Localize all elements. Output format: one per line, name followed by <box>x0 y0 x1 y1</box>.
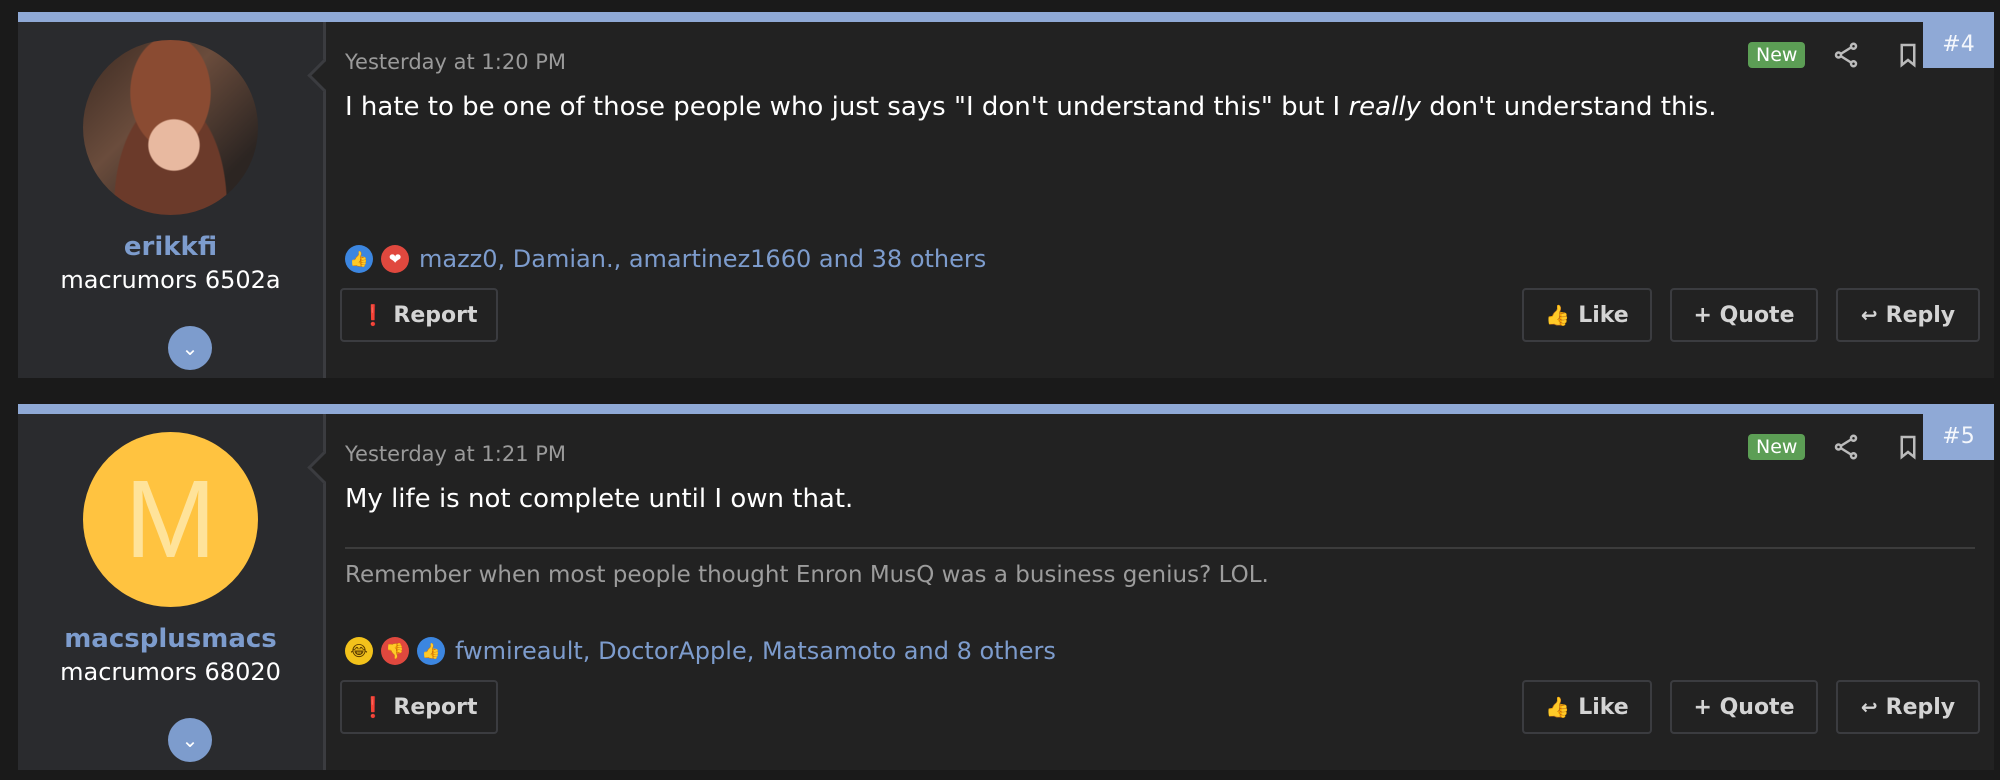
like-reaction-icon: 👍 <box>417 637 445 665</box>
dislike-reaction-icon: 👎 <box>381 637 409 665</box>
chevron-down-icon[interactable]: ⌄ <box>168 326 212 370</box>
quote-label: + Quote <box>1693 302 1795 328</box>
reply-label: Reply <box>1885 302 1956 328</box>
like-label: Like <box>1578 694 1629 720</box>
share-icon[interactable] <box>1831 432 1861 462</box>
reply-button[interactable]: ↩ Reply <box>1836 288 1980 342</box>
new-badge: New <box>1748 434 1806 460</box>
new-badge: New <box>1748 42 1806 68</box>
reactions-bar[interactable]: 👍 ❤ mazz0, Damian., amartinez1660 and 38… <box>345 242 986 276</box>
report-icon: ❗ <box>360 695 386 719</box>
chevron-down-icon[interactable]: ⌄ <box>168 718 212 762</box>
signature-divider <box>345 547 1975 549</box>
quote-button[interactable]: + Quote <box>1670 288 1818 342</box>
post-5: M macsplusmacs macrumors 68020 ⌄ Yesterd… <box>18 404 1994 770</box>
username[interactable]: macsplusmacs <box>18 624 323 654</box>
post-body-text-end: don't understand this. <box>1420 92 1717 122</box>
report-label: Report <box>393 302 478 328</box>
quote-button[interactable]: + Quote <box>1670 680 1818 734</box>
bookmark-icon[interactable] <box>1893 40 1923 70</box>
report-icon: ❗ <box>360 303 386 327</box>
haha-reaction-icon: 😂 <box>345 637 373 665</box>
username[interactable]: erikkfi <box>18 232 323 262</box>
userbox-arrow <box>307 59 340 92</box>
like-reaction-icon: 👍 <box>345 245 373 273</box>
post-body-emphasis: really <box>1348 92 1421 122</box>
like-button[interactable]: 👍 Like <box>1522 288 1652 342</box>
post-date[interactable]: Yesterday at 1:21 PM <box>345 442 566 466</box>
post-body-text: I hate to be one of those people who jus… <box>345 92 1349 122</box>
quote-label: + Quote <box>1693 694 1795 720</box>
post-number[interactable]: #4 <box>1923 22 1994 68</box>
post-4: erikkfi macrumors 6502a ⌄ Yesterday at 1… <box>18 12 1994 378</box>
bookmark-icon[interactable] <box>1893 432 1923 462</box>
like-label: Like <box>1578 302 1629 328</box>
userbox-arrow <box>307 451 340 484</box>
avatar[interactable]: M <box>83 432 258 607</box>
report-label: Report <box>393 694 478 720</box>
share-icon[interactable] <box>1831 40 1861 70</box>
reaction-users[interactable]: mazz0, Damian., amartinez1660 and 38 oth… <box>419 245 986 273</box>
report-button[interactable]: ❗ Report <box>340 288 498 342</box>
like-button[interactable]: 👍 Like <box>1522 680 1652 734</box>
thumbs-up-icon: 👍 <box>1545 303 1571 327</box>
reply-label: Reply <box>1885 694 1956 720</box>
reply-icon: ↩ <box>1860 303 1878 327</box>
post-date[interactable]: Yesterday at 1:20 PM <box>345 50 566 74</box>
reactions-bar[interactable]: 😂 👎 👍 fwmireault, DoctorApple, Matsamoto… <box>345 634 1056 668</box>
reply-button[interactable]: ↩ Reply <box>1836 680 1980 734</box>
reaction-users[interactable]: fwmireault, DoctorApple, Matsamoto and 8… <box>455 637 1056 665</box>
report-button[interactable]: ❗ Report <box>340 680 498 734</box>
user-title: macrumors 68020 <box>60 658 281 686</box>
user-panel: M macsplusmacs macrumors 68020 ⌄ <box>18 414 340 770</box>
post-body: My life is not complete until I own that… <box>345 484 854 514</box>
thumbs-up-icon: 👍 <box>1545 695 1571 719</box>
user-panel: erikkfi macrumors 6502a ⌄ <box>18 22 340 378</box>
post-body: I hate to be one of those people who jus… <box>345 92 1716 122</box>
post-number[interactable]: #5 <box>1923 414 1994 460</box>
user-title: macrumors 6502a <box>60 266 281 294</box>
reply-icon: ↩ <box>1860 695 1878 719</box>
love-reaction-icon: ❤ <box>381 245 409 273</box>
signature: Remember when most people thought Enron … <box>345 562 1269 588</box>
avatar[interactable] <box>83 40 258 215</box>
